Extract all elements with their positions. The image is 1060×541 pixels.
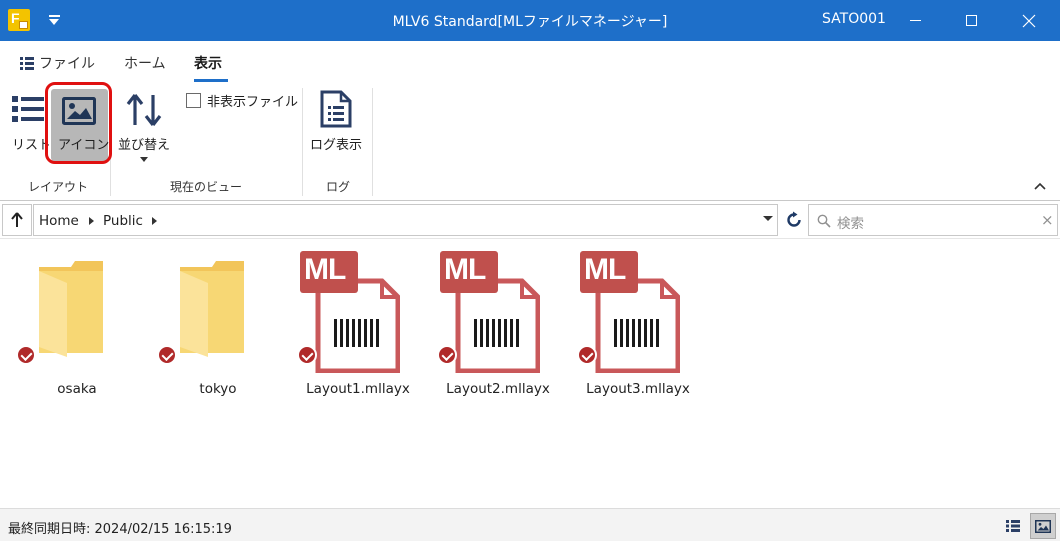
- hidden-files-label: 非表示ファイル: [207, 95, 299, 110]
- sync-check-icon: [297, 345, 317, 365]
- arrow-up-icon: [11, 212, 23, 227]
- list-view-button[interactable]: リスト: [6, 85, 52, 169]
- minimize-button[interactable]: [892, 0, 938, 41]
- tab-home[interactable]: ホーム: [124, 53, 166, 73]
- tab-file[interactable]: ファイル: [20, 53, 95, 73]
- folder-icon: [180, 261, 244, 357]
- active-tab-indicator: [194, 79, 228, 82]
- image-icon: [62, 97, 96, 125]
- sort-label: 並び替え: [118, 138, 171, 153]
- icon-view-label: アイコン: [58, 138, 110, 153]
- group-separator: [110, 88, 111, 196]
- show-log-button[interactable]: ログ表示: [306, 85, 368, 169]
- breadcrumb-chevron-icon[interactable]: [152, 217, 157, 225]
- file-item-tokyo[interactable]: tokyo: [148, 251, 288, 397]
- search-icon: [817, 214, 831, 228]
- file-name: tokyo: [199, 381, 237, 397]
- list-icon: [20, 57, 34, 70]
- file-name: Layout2.mllayx: [446, 381, 550, 397]
- file-name: Layout3.mllayx: [586, 381, 690, 397]
- close-button[interactable]: [1006, 0, 1052, 41]
- file-item-layout3[interactable]: ML Layout3.mllayx: [568, 251, 708, 397]
- show-log-label: ログ表示: [310, 138, 363, 153]
- ml-badge-label: ML: [584, 253, 626, 286]
- file-item-layout1[interactable]: ML Layout1.mllayx: [288, 251, 428, 397]
- file-name: osaka: [57, 381, 97, 397]
- ml-badge-label: ML: [304, 253, 346, 286]
- search-input[interactable]: 検索: [837, 212, 864, 232]
- sort-button[interactable]: 並び替え: [114, 85, 178, 169]
- maximize-button[interactable]: [948, 0, 994, 41]
- minimize-icon: [909, 20, 921, 21]
- ribbon-tabs: ファイル ホーム 表示: [0, 41, 1060, 85]
- path-dropdown-icon[interactable]: [763, 216, 773, 221]
- app-icon[interactable]: F: [8, 9, 30, 31]
- tab-view[interactable]: 表示: [194, 53, 222, 73]
- group-separator: [372, 88, 373, 196]
- refresh-button[interactable]: [780, 204, 808, 236]
- ribbon-panel: リスト アイコン レイアウト 並び替え 非表示ファイル 現在のビュー ログ表示 …: [0, 85, 1060, 201]
- path-field[interactable]: Home Public: [33, 204, 778, 236]
- last-sync-text: 最終同期日時: 2024/02/15 16:15:19: [8, 522, 232, 537]
- breadcrumb-home[interactable]: Home: [39, 213, 79, 229]
- address-bar: Home Public 検索 ×: [0, 202, 1060, 238]
- breadcrumb-public[interactable]: Public: [103, 213, 143, 229]
- user-name: SATO001: [822, 11, 886, 27]
- close-icon: [1022, 14, 1036, 27]
- file-item-layout2[interactable]: ML Layout2.mllayx: [428, 251, 568, 397]
- breadcrumb-chevron-icon[interactable]: [89, 217, 94, 225]
- sync-check-icon: [157, 345, 177, 365]
- ml-badge-label: ML: [444, 253, 486, 286]
- file-list-area: osaka tokyo ML Layout1.mllayx ML Layout2…: [0, 238, 1060, 508]
- log-group-label: ログ: [326, 180, 351, 194]
- current-view-group-label: 現在のビュー: [170, 180, 243, 194]
- tab-file-label: ファイル: [39, 56, 95, 72]
- status-list-view-button[interactable]: [1002, 515, 1024, 537]
- status-icon-view-button[interactable]: [1030, 513, 1056, 539]
- collapse-ribbon-icon[interactable]: [1034, 181, 1046, 191]
- layout-group-label: レイアウト: [28, 180, 89, 194]
- folder-icon: [39, 261, 103, 357]
- quick-access-dropdown-icon[interactable]: [46, 12, 64, 28]
- log-document-icon: [320, 90, 352, 128]
- icon-view-button[interactable]: アイコン: [51, 89, 110, 161]
- maximize-icon: [965, 15, 977, 26]
- sync-check-icon: [437, 345, 457, 365]
- file-name: Layout1.mllayx: [306, 381, 410, 397]
- status-bar: 最終同期日時: 2024/02/15 16:15:19: [0, 508, 1060, 541]
- list-view-label: リスト: [12, 138, 52, 153]
- group-separator: [302, 88, 303, 196]
- up-folder-button[interactable]: [2, 204, 32, 236]
- hidden-files-checkbox[interactable]: [186, 93, 201, 108]
- list-icon: [1006, 520, 1020, 532]
- sync-check-icon: [577, 345, 597, 365]
- sync-check-icon: [16, 345, 36, 365]
- image-icon: [1035, 519, 1051, 533]
- sort-arrows-icon: [126, 94, 162, 126]
- title-bar: F MLV6 Standard[MLファイルマネージャー] SATO001: [0, 0, 1060, 41]
- clear-search-icon[interactable]: ×: [1041, 211, 1054, 229]
- refresh-icon: [787, 211, 801, 227]
- list-icon: [12, 96, 44, 122]
- file-item-osaka[interactable]: osaka: [7, 251, 147, 397]
- hidden-files-toggle[interactable]: 非表示ファイル: [186, 91, 298, 110]
- search-field[interactable]: 検索 ×: [808, 204, 1058, 236]
- sort-dropdown-icon: [140, 157, 148, 162]
